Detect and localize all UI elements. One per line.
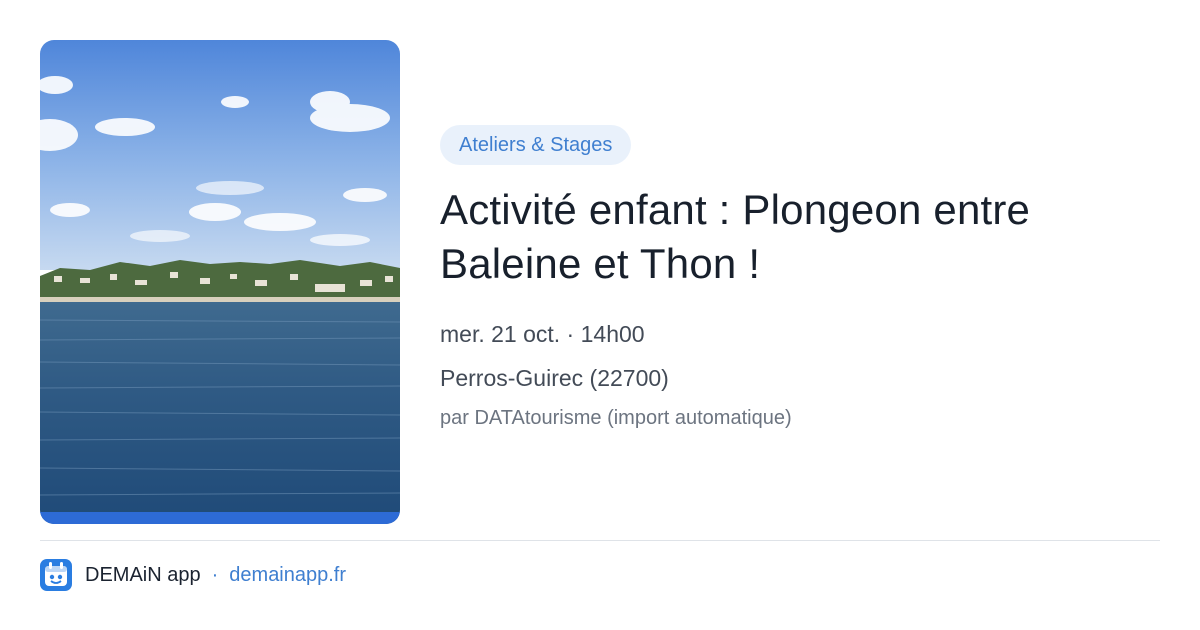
- footer: DEMAiN app · demainapp.fr: [40, 558, 346, 592]
- demain-app-logo-icon[interactable]: [40, 559, 72, 591]
- footer-separator: ·: [211, 563, 219, 586]
- event-source: par DATAtourisme (import automatique): [440, 407, 792, 429]
- footer-divider: [40, 540, 1160, 541]
- event-title[interactable]: Activité enfant : Plongeon entre Baleine…: [440, 183, 1160, 291]
- event-location: Perros-Guirec (22700): [440, 365, 669, 391]
- event-photo[interactable]: [40, 40, 400, 524]
- seaside-photo: [40, 40, 400, 524]
- event-details: Ateliers & Stages Activité enfant : Plon…: [440, 125, 1160, 431]
- category-badge[interactable]: Ateliers & Stages: [440, 125, 632, 165]
- app-name: DEMAiN app: [85, 563, 201, 586]
- app-website-link[interactable]: demainapp.fr: [229, 564, 346, 587]
- event-date: mer. 21 oct. · 14h00: [440, 321, 645, 347]
